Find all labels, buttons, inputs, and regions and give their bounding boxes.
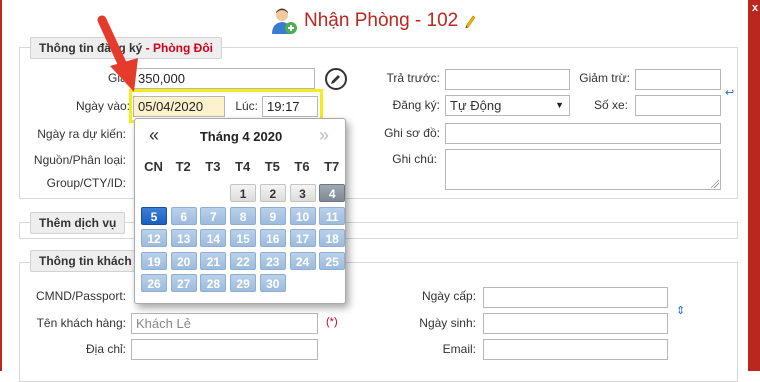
close-icon[interactable]: x [750, 2, 760, 14]
birth-date-label: Ngày sinh: [419, 316, 476, 330]
services-section [19, 222, 738, 239]
calendar-day[interactable]: 27 [170, 274, 197, 292]
calendar-day[interactable]: 28 [200, 274, 227, 292]
services-legend[interactable]: Thêm dịch vụ [30, 212, 126, 234]
calendar-day[interactable]: 30 [259, 274, 286, 292]
undo-icon[interactable]: ↩ [725, 86, 734, 99]
calendar-day[interactable]: 9 [259, 206, 286, 225]
calendar-day[interactable]: 17 [289, 229, 316, 247]
annotation-arrow-icon [97, 15, 138, 92]
calendar-day[interactable]: 10 [289, 206, 316, 225]
calendar-day[interactable]: 14 [200, 229, 227, 247]
map-note-label: Ghi sơ đồ: [384, 126, 440, 140]
checkin-label: Ngày vào: [75, 99, 130, 113]
calendar-day: 1 [230, 184, 257, 202]
calendar-day[interactable]: 7 [200, 206, 227, 225]
calendar-day[interactable]: 22 [230, 251, 257, 270]
weekday-header: T4 [235, 159, 251, 174]
prev-month-button[interactable]: « [149, 125, 159, 146]
note-label: Ghi chú: [392, 152, 437, 166]
edit-price-button[interactable] [325, 68, 347, 90]
window-frame-right [748, 0, 760, 371]
map-note-input[interactable] [445, 123, 721, 144]
calendar-day[interactable]: 29 [230, 274, 257, 292]
calendar-day[interactable]: 25 [319, 251, 346, 270]
pencil-icon [331, 75, 340, 84]
window-frame-left [0, 0, 2, 371]
address-label: Địa chỉ: [85, 342, 126, 356]
source-label: Nguồn/Phân loại: [33, 153, 126, 167]
discount-label: Giảm trừ: [579, 71, 630, 85]
calendar-day[interactable]: 12 [141, 229, 167, 247]
address-input[interactable] [131, 339, 318, 360]
room-type: Phòng Đôi [153, 41, 213, 55]
email-input[interactable] [483, 339, 668, 360]
checkout-label: Ngày ra dự kiến: [37, 127, 126, 141]
calendar-day[interactable]: 15 [230, 229, 257, 247]
calendar-day[interactable]: 5 [141, 206, 167, 225]
vehicle-input[interactable] [635, 95, 721, 116]
dropdown-arrow-icon: ▼ [555, 100, 564, 110]
calendar-day[interactable]: 26 [141, 274, 167, 292]
register-select[interactable]: Tự Động ▼ [445, 95, 570, 116]
calendar-day[interactable]: 8 [230, 206, 257, 225]
calendar-day[interactable]: 21 [200, 251, 227, 270]
weekday-header: T3 [205, 159, 221, 174]
calendar-popup: « Tháng 4 2020 » CN T2 T3 T4 T5 T6 T7 1 2 3 4 5 6 7 8 9… [134, 118, 346, 304]
required-mark: (*) [326, 316, 338, 328]
weekday-header: T2 [175, 159, 191, 174]
issue-date-input[interactable] [483, 287, 668, 308]
next-month-button[interactable]: » [319, 125, 329, 146]
weekday-header: CN [144, 159, 163, 174]
swap-icon[interactable]: ⇕ [676, 304, 685, 317]
email-label: Email: [442, 342, 476, 356]
weekday-header: T6 [294, 159, 310, 174]
calendar-day[interactable]: 20 [170, 251, 197, 270]
price-input[interactable]: 350,000 [133, 68, 315, 89]
customer-name-label: Tên khách hàng: [36, 316, 126, 330]
calendar-day[interactable]: 23 [259, 251, 286, 270]
resize-grip-icon[interactable] [711, 180, 719, 188]
dialog-header: Nhận Phòng - 102 [270, 6, 476, 36]
calendar-day: 3 [289, 184, 316, 202]
discount-input[interactable] [635, 69, 721, 90]
customer-name-input[interactable]: Khách Lẻ [131, 313, 318, 334]
id-label: CMND/Passport: [35, 289, 126, 303]
user-add-icon [270, 7, 298, 35]
prepaid-input[interactable] [445, 69, 570, 90]
calendar-day: 4 [319, 184, 346, 202]
calendar-day[interactable]: 18 [319, 229, 346, 247]
calendar-day: 2 [259, 184, 286, 202]
guest-legend: Thông tin khách [30, 250, 141, 272]
dialog-title: Nhận Phòng - 102 [304, 10, 459, 31]
calendar-day[interactable]: 13 [170, 229, 197, 247]
pencil-icon[interactable] [464, 14, 476, 28]
calendar-title: Tháng 4 2020 [199, 129, 283, 144]
birth-date-input[interactable] [483, 313, 668, 334]
calendar-day[interactable]: 11 [319, 206, 346, 225]
issue-date-label: Ngày cấp: [421, 289, 476, 303]
prepaid-label: Trả trước: [386, 71, 440, 85]
vehicle-label: Số xe: [593, 98, 628, 112]
register-label: Đăng ký: [392, 98, 440, 112]
group-label: Group/CTY/ID: [46, 176, 126, 190]
weekday-header: T5 [264, 159, 280, 174]
calendar-day[interactable]: 16 [259, 229, 286, 247]
calendar-day[interactable]: 19 [141, 251, 167, 270]
note-textarea[interactable] [445, 149, 721, 190]
calendar-day[interactable]: 6 [170, 206, 197, 225]
calendar-day[interactable]: 24 [289, 251, 316, 270]
weekday-header: T7 [324, 159, 340, 174]
